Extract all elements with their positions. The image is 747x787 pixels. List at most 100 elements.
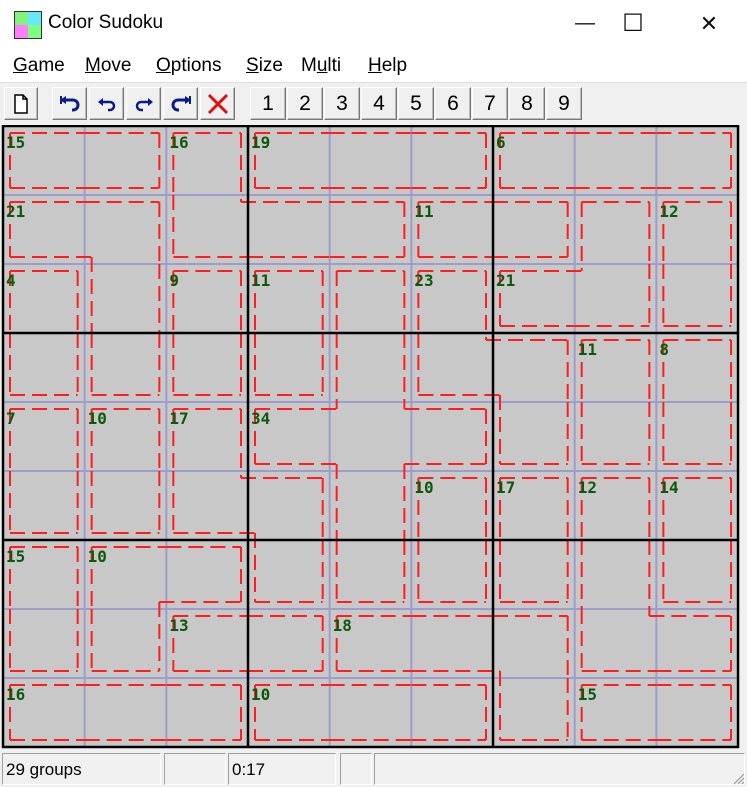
menu-options[interactable]: Options xyxy=(156,55,221,77)
cell[interactable] xyxy=(329,540,412,609)
cell[interactable] xyxy=(3,609,85,678)
cell[interactable] xyxy=(656,678,739,747)
cell[interactable] xyxy=(574,126,657,195)
cell[interactable] xyxy=(574,264,657,333)
cell[interactable] xyxy=(329,264,412,333)
cell[interactable] xyxy=(248,195,330,264)
cell[interactable] xyxy=(166,540,249,609)
cell[interactable] xyxy=(656,609,739,678)
cell[interactable] xyxy=(574,402,657,471)
status-pane-2 xyxy=(164,753,226,785)
number-button-8[interactable]: 8 xyxy=(509,87,545,120)
maximize-button[interactable]: ☐ xyxy=(610,0,656,47)
clear-button[interactable] xyxy=(200,87,235,120)
cell[interactable] xyxy=(493,333,575,402)
number-button-3[interactable]: 3 xyxy=(324,87,360,120)
number-button-6[interactable]: 6 xyxy=(435,87,471,120)
cell[interactable] xyxy=(411,678,494,747)
resize-grip-icon[interactable] xyxy=(731,771,745,785)
undo-button[interactable] xyxy=(89,87,124,120)
app-icon xyxy=(14,11,42,39)
cell[interactable] xyxy=(493,609,575,678)
cell[interactable] xyxy=(3,471,85,540)
cell[interactable] xyxy=(411,126,494,195)
cell[interactable] xyxy=(248,333,330,402)
cell[interactable] xyxy=(656,264,739,333)
cell[interactable] xyxy=(656,126,739,195)
cell[interactable] xyxy=(84,195,167,264)
cell[interactable] xyxy=(411,333,494,402)
cell[interactable] xyxy=(84,471,167,540)
cell[interactable] xyxy=(329,402,412,471)
cell[interactable] xyxy=(656,540,739,609)
number-button-9[interactable]: 9 xyxy=(546,87,582,120)
cage-sum-label: 17 xyxy=(496,478,516,497)
status-pane-4 xyxy=(340,753,372,785)
cell[interactable] xyxy=(166,195,249,264)
cage-sum-label: 34 xyxy=(251,409,271,428)
undo-all-button[interactable] xyxy=(52,87,87,120)
new-document-icon xyxy=(14,93,28,114)
cell[interactable] xyxy=(493,540,575,609)
cage-sum-label: 4 xyxy=(6,271,16,290)
menu-accel: G xyxy=(13,55,28,76)
cell[interactable] xyxy=(84,126,167,195)
cell[interactable] xyxy=(493,195,575,264)
cell[interactable] xyxy=(329,678,412,747)
cell[interactable] xyxy=(574,540,657,609)
cell[interactable] xyxy=(329,471,412,540)
menu-label: ize xyxy=(258,55,283,76)
cell[interactable] xyxy=(493,402,575,471)
close-button[interactable]: ✕ xyxy=(686,0,732,47)
menu-help[interactable]: Help xyxy=(368,55,407,77)
cell[interactable] xyxy=(84,264,167,333)
menu-accel: M xyxy=(85,55,101,76)
cell[interactable] xyxy=(84,609,167,678)
cell[interactable] xyxy=(248,609,330,678)
cell[interactable] xyxy=(411,609,494,678)
cell[interactable] xyxy=(493,678,575,747)
cell[interactable] xyxy=(329,333,412,402)
cell[interactable] xyxy=(3,333,85,402)
number-button-4[interactable]: 4 xyxy=(361,87,397,120)
number-button-2[interactable]: 2 xyxy=(287,87,323,120)
cell[interactable] xyxy=(166,678,249,747)
undo-icon xyxy=(97,97,115,111)
cell[interactable] xyxy=(248,540,330,609)
number-button-5[interactable]: 5 xyxy=(398,87,434,120)
toolbar: 123456789 xyxy=(0,84,747,125)
cell[interactable] xyxy=(166,333,249,402)
cell[interactable] xyxy=(248,471,330,540)
number-button-7[interactable]: 7 xyxy=(472,87,508,120)
status-groups: 29 groups xyxy=(2,753,161,785)
cell[interactable] xyxy=(84,333,167,402)
cell[interactable] xyxy=(329,195,412,264)
number-button-1[interactable]: 1 xyxy=(250,87,286,120)
menu-move[interactable]: Move xyxy=(85,55,131,77)
new-game-button[interactable] xyxy=(4,87,38,120)
menu-game[interactable]: Game xyxy=(13,55,65,77)
menu-accel: u xyxy=(316,55,328,76)
cage-sum-label: 11 xyxy=(251,271,271,290)
cell[interactable] xyxy=(329,126,412,195)
cell[interactable] xyxy=(411,402,494,471)
cage-sum-label: 18 xyxy=(332,616,352,635)
cell[interactable] xyxy=(411,540,494,609)
cell[interactable] xyxy=(84,678,167,747)
cage-sum-label: 19 xyxy=(251,133,271,152)
redo-all-button[interactable] xyxy=(163,87,198,120)
sudoku-grid[interactable] xyxy=(0,124,747,750)
minimize-button[interactable]: — xyxy=(562,0,608,47)
cage-sum-label: 10 xyxy=(414,478,434,497)
cell[interactable] xyxy=(656,402,739,471)
menu-multi[interactable]: Multi xyxy=(301,55,341,77)
cell[interactable] xyxy=(166,471,249,540)
cage-sum-label: 10 xyxy=(87,547,107,566)
cage-sum-label: 14 xyxy=(659,478,679,497)
redo-button[interactable] xyxy=(126,87,161,120)
menu-size[interactable]: Size xyxy=(246,55,283,77)
menu-label: ove xyxy=(100,55,132,76)
cell[interactable] xyxy=(574,609,657,678)
cell[interactable] xyxy=(574,195,657,264)
sudoku-board[interactable]: 15 16 19 6 21 11 21 12 4 9 11 34 23 11 8 7 10 17 10 17 12 14 1… xyxy=(0,124,747,750)
